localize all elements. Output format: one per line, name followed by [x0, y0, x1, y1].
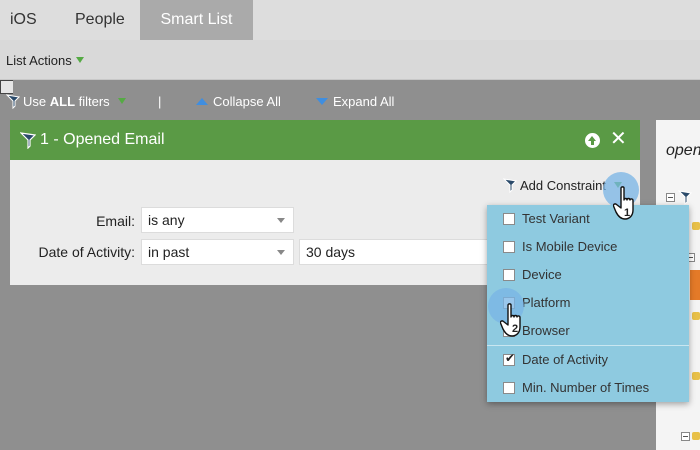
use-label-prefix: Use — [23, 94, 50, 109]
email-operator-select[interactable]: is any — [141, 207, 294, 233]
list-actions-menu[interactable]: List Actions — [6, 53, 84, 68]
step-number-2: 2 — [512, 323, 519, 335]
date-value-text: 30 days — [306, 244, 356, 260]
top-tab-bar: iOS People Smart List — [0, 0, 700, 40]
constraint-option-is-mobile-device[interactable]: Is Mobile Device — [487, 233, 689, 261]
filter-funnel-icon — [503, 178, 517, 193]
collapse-all-button[interactable]: Collapse All — [196, 94, 281, 109]
use-label-all: ALL — [49, 94, 76, 109]
tab-smart-list[interactable]: Smart List — [140, 0, 253, 40]
tab-people[interactable]: People — [75, 0, 125, 40]
expand-all-label: Expand All — [333, 94, 395, 109]
option-label: Platform — [522, 295, 571, 310]
thumb-icon — [692, 372, 700, 380]
option-label: Device — [522, 267, 562, 282]
dropdown-arrow-icon — [117, 98, 126, 104]
expand-triangle-icon — [316, 98, 328, 105]
filter-funnel-icon — [6, 94, 20, 109]
collapse-minus-icon[interactable] — [666, 193, 675, 202]
list-actions-label: List Actions — [6, 53, 72, 68]
toolbar-separator: | — [158, 94, 162, 109]
email-label: Email: — [96, 213, 135, 229]
thumb-icon — [692, 222, 700, 230]
checkbox[interactable] — [503, 213, 515, 225]
list-actions-bar: List Actions — [0, 40, 700, 80]
date-operator-select[interactable]: in past — [141, 239, 294, 265]
checkbox[interactable] — [503, 269, 515, 281]
dropdown-arrow-icon — [75, 57, 84, 63]
constraint-option-test-variant[interactable]: Test Variant — [487, 205, 689, 233]
chevron-down-icon — [277, 250, 285, 255]
option-label: Browser — [522, 323, 570, 338]
chevron-down-icon — [277, 218, 285, 223]
use-label-suffix: filters — [75, 94, 110, 109]
option-label: Test Variant — [522, 211, 590, 226]
collapse-triangle-icon — [196, 98, 208, 105]
collapse-minus-icon[interactable] — [681, 432, 690, 441]
constraint-option-date-of-activity[interactable]: ✔ Date of Activity — [487, 346, 689, 374]
date-value-input[interactable]: 30 days — [299, 239, 489, 265]
checkmark-icon: ✔ — [505, 351, 516, 365]
move-up-icon[interactable] — [585, 133, 600, 148]
collapse-all-label: Collapse All — [213, 94, 281, 109]
add-constraint-label: Add Constraint — [520, 178, 606, 193]
use-all-filters-menu[interactable]: Use ALL filters — [6, 94, 126, 109]
orange-highlight-bar — [690, 270, 700, 300]
date-of-activity-label: Date of Activity: — [38, 244, 135, 260]
expand-all-button[interactable]: Expand All — [316, 94, 394, 109]
right-panel-text: open — [666, 142, 700, 159]
option-label: Is Mobile Device — [522, 239, 618, 254]
option-label: Date of Activity — [522, 352, 608, 367]
close-icon[interactable]: ✕ — [610, 128, 627, 150]
thumb-icon — [692, 312, 700, 320]
filter-funnel-icon — [20, 132, 36, 149]
email-operator-value: is any — [148, 212, 185, 228]
constraint-option-min-number-of-times[interactable]: Min. Number of Times — [487, 374, 689, 402]
filter-funnel-icon — [678, 190, 692, 205]
tab-ios[interactable]: iOS — [10, 0, 37, 40]
save-icon[interactable] — [0, 80, 13, 94]
step-number-1: 1 — [624, 207, 631, 219]
constraint-option-device[interactable]: Device — [487, 261, 689, 289]
option-label: Min. Number of Times — [522, 380, 650, 395]
thumb-icon — [692, 432, 700, 440]
canvas-toolbar: Use ALL filters | Collapse All Expand Al… — [0, 80, 700, 120]
checkbox[interactable] — [503, 241, 515, 253]
filter-title: 1 - Opened Email — [40, 131, 165, 148]
checkbox[interactable] — [503, 382, 515, 394]
checkbox-checked[interactable]: ✔ — [503, 351, 516, 366]
date-operator-value: in past — [148, 244, 190, 260]
filter-card-header[interactable]: 1 - Opened Email ✕ — [10, 120, 640, 160]
